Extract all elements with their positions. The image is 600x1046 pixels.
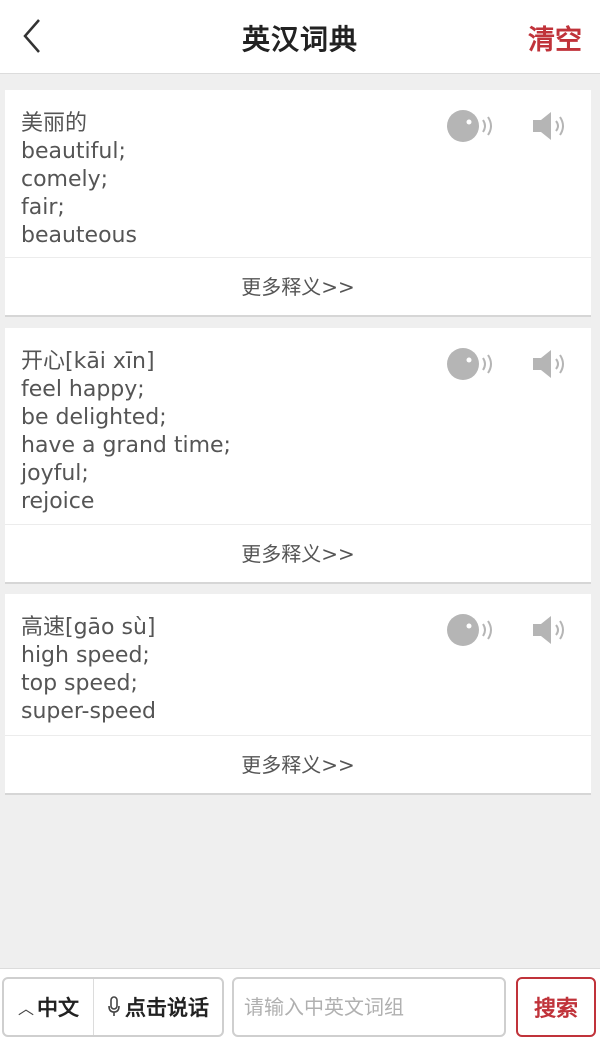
entry-definition: joyful; — [21, 461, 89, 486]
voice-input-button[interactable]: 点击说话 — [94, 979, 222, 1035]
search-button[interactable]: 搜索 — [516, 977, 596, 1037]
entry-definition: beauteous — [21, 223, 137, 248]
language-toggle-button[interactable]: ︿ 中文 — [4, 979, 94, 1035]
caret-up-icon: ︿ — [17, 999, 34, 1018]
entry-definition: be delighted; — [21, 405, 167, 430]
entry-definition: rejoice — [21, 489, 95, 514]
input-mode-group: ︿ 中文 点击说话 — [2, 977, 224, 1037]
app-root: 英汉词典 清空 美丽的 beautiful; comely; fair; bea… — [0, 0, 600, 1046]
bottom-input-bar: ︿ 中文 点击说话 搜索 — [0, 968, 600, 1046]
speaker-button[interactable] — [523, 612, 575, 648]
entry-definition: fair; — [21, 195, 65, 220]
audio-controls — [445, 612, 575, 648]
more-definitions-link[interactable]: 更多释义>> — [5, 524, 591, 582]
result-card: 高速[gāo sù] high speed; top speed; super-… — [5, 594, 591, 795]
entry-definition: have a grand time; — [21, 433, 231, 458]
voice-read-button[interactable] — [445, 346, 497, 382]
speaker-button[interactable] — [523, 346, 575, 382]
result-card: 美丽的 beautiful; comely; fair; beauteous 更… — [5, 90, 591, 317]
entry-definition: super-speed — [21, 699, 156, 724]
clear-button[interactable]: 清空 — [528, 18, 582, 57]
speaking-head-icon — [447, 614, 492, 646]
more-definitions-link[interactable]: 更多释义>> — [5, 257, 591, 315]
search-input[interactable] — [232, 977, 506, 1037]
microphone-icon — [108, 996, 120, 1016]
header-bar: 英汉词典 清空 — [0, 0, 600, 74]
speaking-head-icon — [447, 110, 492, 142]
audio-controls — [445, 108, 575, 144]
speaker-icon — [533, 616, 564, 644]
speaker-icon — [533, 112, 564, 140]
speaker-icon — [533, 350, 564, 378]
voice-read-button[interactable] — [445, 612, 497, 648]
language-label: 中文 — [37, 996, 79, 1020]
result-card: 开心[kāi xīn] feel happy; be delighted; ha… — [5, 328, 591, 584]
more-definitions-link[interactable]: 更多释义>> — [5, 735, 591, 793]
page-title: 英汉词典 — [241, 23, 358, 56]
voice-label: 点击说话 — [125, 996, 209, 1020]
entry-definition: top speed; — [21, 671, 138, 696]
audio-controls — [445, 346, 575, 382]
speaker-button[interactable] — [523, 108, 575, 144]
voice-read-button[interactable] — [445, 108, 497, 144]
entry-definition: comely; — [21, 167, 109, 192]
speaking-head-icon — [447, 348, 492, 380]
